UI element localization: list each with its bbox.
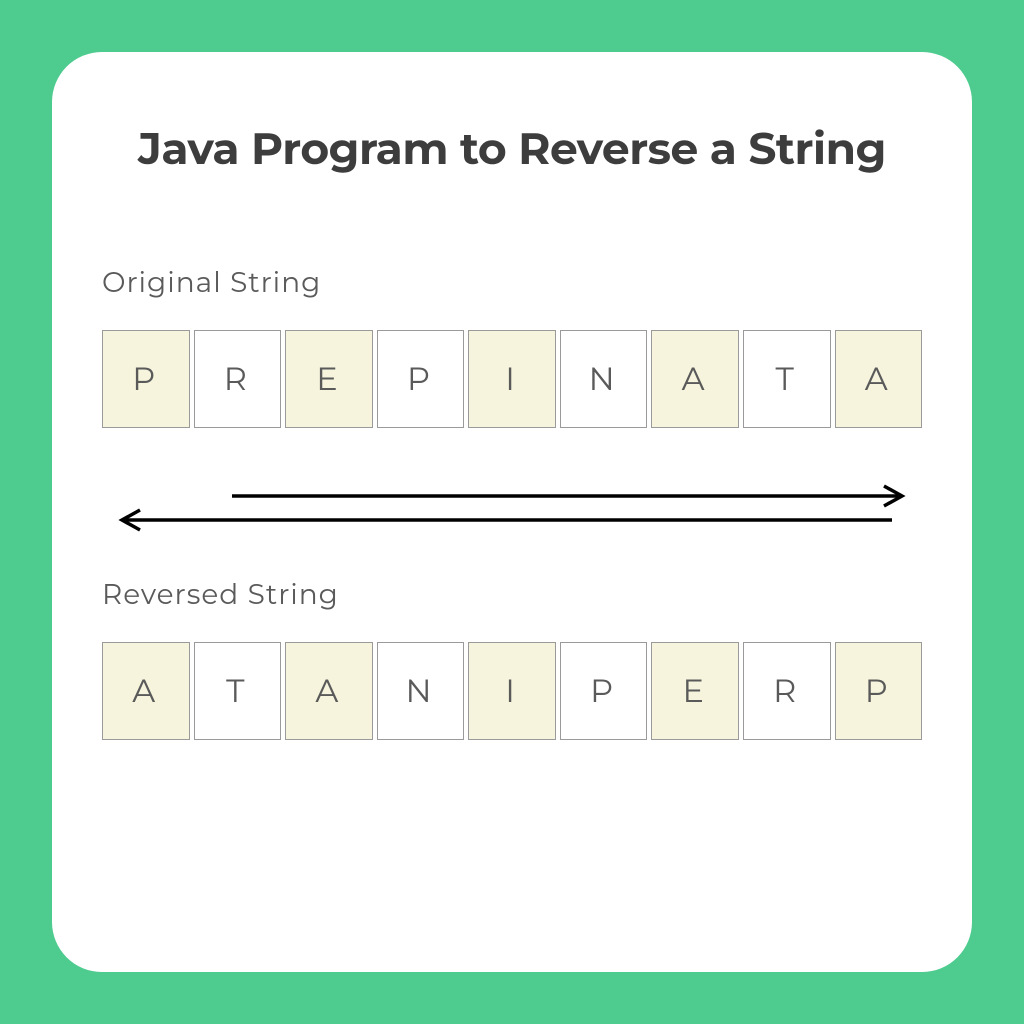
char-cell: P xyxy=(102,330,190,428)
char-cell: P xyxy=(835,642,923,740)
diagram-card: Java Program to Reverse a String Origina… xyxy=(52,52,972,972)
char-cell: R xyxy=(194,330,282,428)
char-cell: P xyxy=(377,330,465,428)
char-cell: N xyxy=(560,330,648,428)
reversed-label: Reversed String xyxy=(102,578,922,612)
char-cell: A xyxy=(651,330,739,428)
char-cell: T xyxy=(194,642,282,740)
char-cell: R xyxy=(743,642,831,740)
char-cell: T xyxy=(743,330,831,428)
char-cell: E xyxy=(651,642,739,740)
char-cell: N xyxy=(377,642,465,740)
original-label: Original String xyxy=(102,266,922,300)
char-cell: I xyxy=(468,330,556,428)
char-cell: A xyxy=(285,642,373,740)
char-cell: E xyxy=(285,330,373,428)
bidirectional-arrow-icon xyxy=(102,478,922,543)
char-cell: I xyxy=(468,642,556,740)
char-cell: A xyxy=(102,642,190,740)
char-cell: P xyxy=(560,642,648,740)
reversed-string-row: A T A N I P E R P xyxy=(102,642,922,740)
original-string-row: P R E P I N A T A xyxy=(102,330,922,428)
diagram-title: Java Program to Reverse a String xyxy=(102,122,922,176)
char-cell: A xyxy=(835,330,923,428)
